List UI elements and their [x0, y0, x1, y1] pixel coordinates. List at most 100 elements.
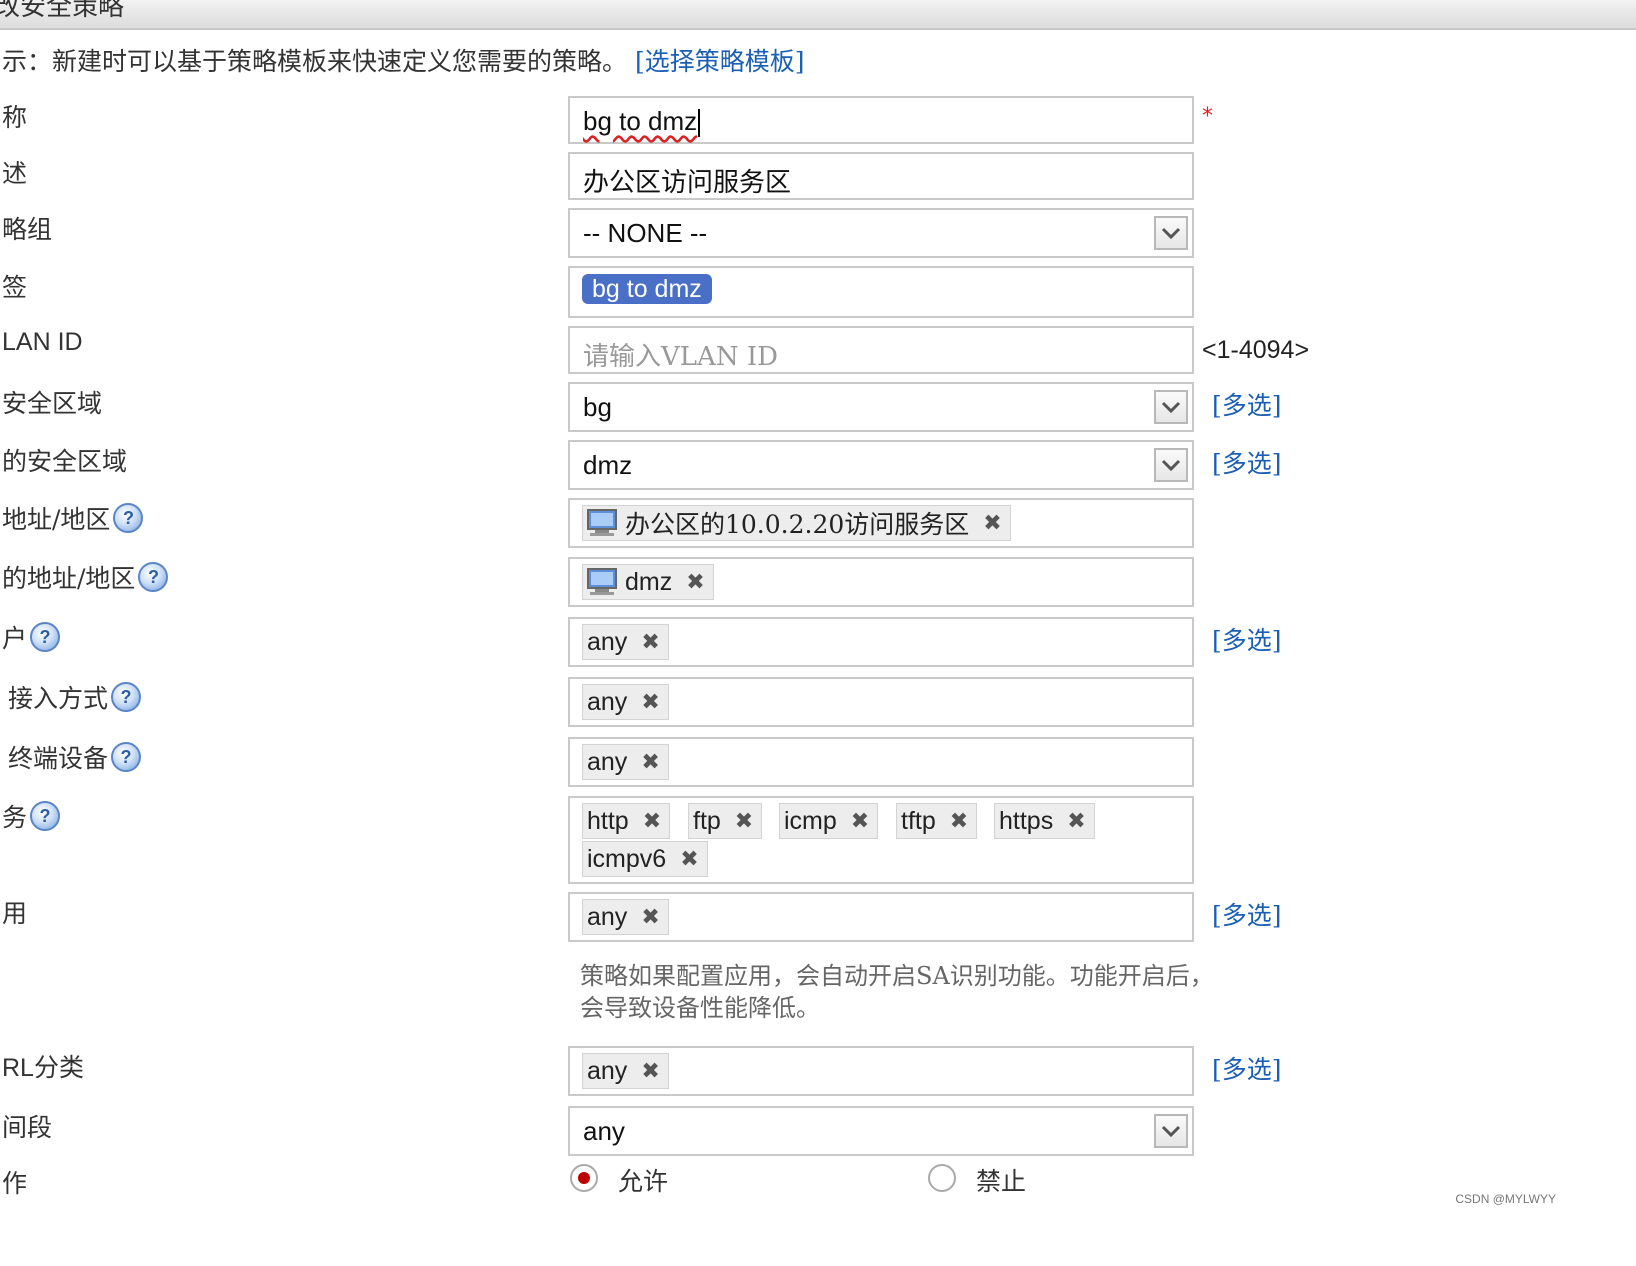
action-deny-label: 禁止: [976, 1167, 1027, 1196]
service-chip: icmp ✖: [779, 803, 879, 839]
remove-chip-icon[interactable]: ✖: [983, 510, 1001, 536]
label-destination-zone: 的安全区域: [2, 447, 128, 476]
template-hint: 示：新建时可以基于策略模板来快速定义您需要的策略。 [选择策略模板]: [2, 42, 804, 78]
access-method-chip: any ✖: [582, 684, 669, 720]
application-note: 策略如果配置应用，会自动开启SA识别功能。功能开启后，会导致设备性能降低。: [580, 962, 1214, 1022]
label-access-method: 接入方式?: [8, 679, 142, 715]
destination-zone-select[interactable]: dmz: [568, 440, 1194, 490]
url-category-input[interactable]: any ✖: [568, 1046, 1194, 1096]
source-zone-select[interactable]: bg: [568, 382, 1194, 432]
remove-chip-icon[interactable]: ✖: [1067, 808, 1085, 834]
access-method-input[interactable]: any ✖: [568, 677, 1194, 727]
label-tag: 签: [2, 273, 28, 302]
label-time-range: 间段: [2, 1113, 53, 1142]
source-zone-multiselect-link[interactable]: [多选]: [1212, 386, 1282, 422]
label-action: 作: [2, 1169, 28, 1198]
text-caret: [698, 109, 701, 138]
user-multiselect-link[interactable]: [多选]: [1212, 621, 1282, 657]
required-mark: *: [1202, 104, 1213, 129]
label-source-zone: 安全区域: [2, 389, 103, 418]
help-icon[interactable]: ?: [111, 742, 142, 772]
label-name: 称: [2, 103, 28, 132]
vlan-range-hint: <1-4094>: [1202, 336, 1310, 364]
label-service-text: 务: [2, 803, 28, 832]
action-deny-radio[interactable]: [928, 1164, 956, 1192]
label-url-category: RL分类: [2, 1054, 84, 1082]
time-range-select[interactable]: any: [568, 1106, 1194, 1156]
dialog-titlebar: 改安全策略: [0, 0, 1636, 30]
chevron-down-icon[interactable]: [1154, 216, 1188, 250]
help-icon[interactable]: ?: [113, 503, 144, 533]
source-address-input[interactable]: 办公区的10.0.2.20访问服务区 ✖: [568, 498, 1194, 548]
name-input[interactable]: bg to dmz: [568, 96, 1194, 144]
service-chip-label: ftp: [693, 806, 721, 835]
time-range-value: any: [583, 1116, 625, 1146]
url-category-multiselect-link[interactable]: [多选]: [1212, 1050, 1282, 1086]
remove-chip-icon[interactable]: ✖: [950, 808, 968, 834]
source-zone-value: bg: [583, 392, 612, 422]
remove-chip-icon[interactable]: ✖: [641, 904, 659, 930]
select-template-link[interactable]: [选择策略模板]: [635, 47, 805, 76]
help-icon[interactable]: ?: [30, 801, 61, 831]
terminal-device-chip: any ✖: [582, 744, 669, 780]
service-input[interactable]: http ✖ ftp ✖ icmp ✖ tftp ✖ https ✖ icmpv6 ✖: [568, 796, 1194, 884]
remove-chip-icon[interactable]: ✖: [680, 846, 698, 872]
user-chip-label: any: [587, 627, 628, 656]
label-terminal-device: 终端设备?: [8, 739, 142, 775]
service-chip: https ✖: [994, 803, 1095, 839]
destination-address-chip: dmz ✖: [582, 564, 714, 600]
label-terminal-device-text: 终端设备: [8, 744, 109, 773]
vlan-id-placeholder: 请输入VLAN ID: [583, 342, 778, 372]
description-input[interactable]: 办公区访问服务区: [568, 152, 1194, 200]
service-chip: ftp ✖: [688, 803, 763, 839]
computer-icon: [587, 568, 617, 595]
label-source-address-text: 地址/地区: [2, 505, 111, 534]
service-chip-label: icmpv6: [587, 844, 667, 873]
description-input-value: 办公区访问服务区: [583, 168, 792, 198]
help-icon[interactable]: ?: [111, 682, 142, 712]
remove-chip-icon[interactable]: ✖: [641, 1058, 659, 1084]
chevron-down-icon[interactable]: [1154, 390, 1188, 424]
application-chip-label: any: [587, 902, 628, 931]
terminal-device-input[interactable]: any ✖: [568, 737, 1194, 787]
template-hint-text: 示：新建时可以基于策略模板来快速定义您需要的策略。: [2, 47, 628, 76]
policy-group-select[interactable]: -- NONE --: [568, 208, 1194, 258]
label-application: 用: [2, 899, 28, 928]
remove-chip-icon[interactable]: ✖: [686, 569, 704, 595]
source-address-chip-label: 办公区的10.0.2.20访问服务区: [625, 510, 970, 539]
service-chip-label: tftp: [901, 806, 936, 835]
remove-chip-icon[interactable]: ✖: [643, 808, 661, 834]
user-input[interactable]: any ✖: [568, 617, 1194, 667]
help-icon[interactable]: ?: [30, 622, 61, 652]
application-multiselect-link[interactable]: [多选]: [1212, 896, 1282, 932]
access-method-chip-label: any: [587, 687, 628, 716]
destination-zone-multiselect-link[interactable]: [多选]: [1212, 444, 1282, 480]
url-category-chip: any ✖: [582, 1053, 669, 1089]
computer-icon: [587, 509, 617, 536]
label-vlan-id: LAN ID: [2, 328, 83, 356]
application-input[interactable]: any ✖: [568, 892, 1194, 942]
label-source-address: 地址/地区?: [2, 500, 144, 536]
vlan-id-input[interactable]: 请输入VLAN ID: [568, 326, 1194, 374]
destination-address-input[interactable]: dmz ✖: [568, 557, 1194, 607]
policy-group-value: -- NONE --: [583, 218, 708, 248]
chevron-down-icon[interactable]: [1154, 1114, 1188, 1148]
watermark: CSDN @MYLWYY: [1455, 1192, 1556, 1206]
remove-chip-icon[interactable]: ✖: [641, 749, 659, 775]
user-chip: any ✖: [582, 624, 669, 660]
action-allow-radio[interactable]: [570, 1164, 598, 1192]
remove-chip-icon[interactable]: ✖: [641, 629, 659, 655]
chevron-down-icon[interactable]: [1154, 448, 1188, 482]
label-user: 户?: [2, 619, 61, 655]
remove-chip-icon[interactable]: ✖: [851, 808, 869, 834]
remove-chip-icon[interactable]: ✖: [735, 808, 753, 834]
service-chip-label: https: [999, 806, 1054, 835]
destination-zone-value: dmz: [583, 450, 633, 480]
remove-chip-icon[interactable]: ✖: [641, 689, 659, 715]
help-icon[interactable]: ?: [138, 562, 169, 592]
action-allow-label: 允许: [618, 1167, 669, 1196]
tag-input[interactable]: bg to dmz: [568, 266, 1194, 318]
tag-chip[interactable]: bg to dmz: [582, 274, 712, 304]
label-policy-group: 略组: [2, 215, 53, 244]
service-chip: tftp ✖: [896, 803, 978, 839]
